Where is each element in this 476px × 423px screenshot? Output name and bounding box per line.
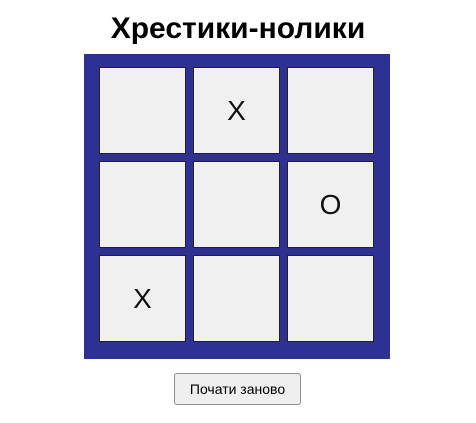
board-cell-4[interactable] [99,161,186,248]
board-cell-6[interactable]: O [287,161,374,248]
board-cell-1[interactable] [99,67,186,154]
board-cell-8[interactable] [193,255,280,342]
board-cell-7[interactable]: X [99,255,186,342]
game-board: X O X [84,54,390,359]
board-cell-9[interactable] [287,255,374,342]
board-cell-2[interactable]: X [193,67,280,154]
page-title: Хрестики-нолики [110,12,366,45]
restart-button[interactable]: Почати заново [174,373,301,405]
board-cell-3[interactable] [287,67,374,154]
board-cell-5[interactable] [193,161,280,248]
